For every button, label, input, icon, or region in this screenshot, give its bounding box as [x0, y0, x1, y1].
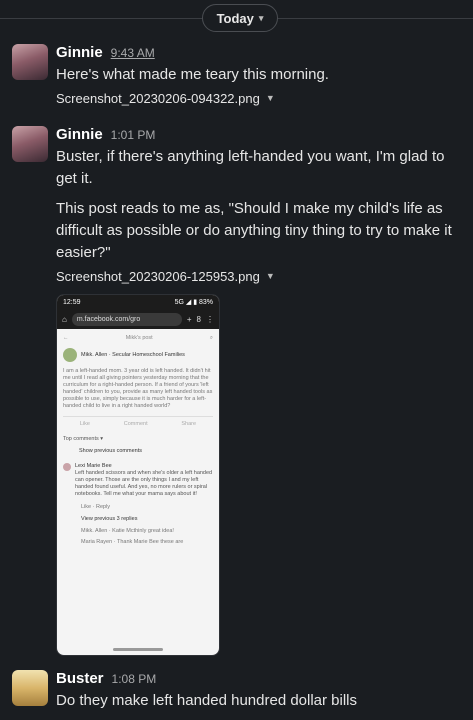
phone-status-bar: 12:59 5G ◢ ▮ 83%	[57, 295, 219, 309]
search-icon: ⌕	[209, 335, 213, 341]
file-name[interactable]: Screenshot_20230206-094322.png	[56, 91, 260, 106]
top-comments-label: Top comments ▾	[63, 436, 104, 442]
post-header: Mikk's post	[125, 335, 153, 341]
chevron-down-icon: ▾	[258, 12, 264, 23]
avatar[interactable]	[12, 126, 48, 162]
message-text: This post reads to me as, "Should I make…	[56, 200, 452, 261]
avatar[interactable]	[12, 670, 48, 706]
tabs-icon: 8	[196, 314, 201, 324]
like-action: Like	[79, 421, 90, 427]
timestamp[interactable]: 1:08 PM	[112, 672, 157, 686]
url-field: m.facebook.com/gro	[71, 312, 182, 326]
share-action: Share	[181, 421, 197, 427]
avatar[interactable]	[12, 44, 48, 80]
reply-item: Maria Rayen · Thank Marie Bee these are	[81, 539, 184, 545]
timestamp[interactable]: 9:43 AM	[111, 46, 155, 60]
post-actions: Like Comment Share	[63, 421, 213, 428]
post-text: I am a left-handed mom. 3 year old is le…	[63, 368, 213, 409]
timestamp[interactable]: 1:01 PM	[111, 128, 156, 142]
previous-comments-link: Show previous comments	[79, 448, 142, 454]
reply-item: Mikk. Allen · Katie Mcthinly great idea!	[81, 528, 174, 534]
caret-down-icon[interactable]: ▼	[266, 271, 275, 281]
browser-url-bar: ⌂ m.facebook.com/gro + 8 ⋮	[57, 309, 219, 329]
day-label: Today	[216, 10, 254, 26]
reply-meta: Like · Reply	[81, 504, 111, 510]
post-body: ← Mikk's post ⌕ Mikk. Allen · Secular Ho…	[57, 329, 219, 550]
post-author: Mikk. Allen · Secular Homeschool Familie…	[81, 351, 185, 358]
back-arrow-icon: ←	[63, 335, 69, 341]
message-text: Do they make left handed hundred dollar …	[56, 692, 358, 709]
home-indicator	[113, 648, 163, 651]
file-attachment[interactable]: Screenshot_20230206-125953.png ▼	[56, 266, 459, 286]
caret-down-icon[interactable]: ▼	[266, 93, 275, 103]
comment-action: Comment	[123, 421, 148, 427]
day-divider-button[interactable]: Today ▾	[202, 4, 278, 32]
status-time: 12:59	[63, 298, 81, 306]
commenter-name: Lexi Marie Bee	[75, 463, 112, 469]
more-icon: ⋮	[206, 314, 214, 324]
author-name[interactable]: Ginnie	[56, 126, 103, 143]
image-attachment[interactable]: 12:59 5G ◢ ▮ 83% ⌂ m.facebook.com/gro + …	[56, 294, 220, 656]
author-name[interactable]: Buster	[56, 670, 104, 687]
view-replies-link: View previous 3 replies	[81, 516, 138, 522]
comment-text: Left handed scissors and when she's olde…	[75, 470, 213, 497]
message-content: Ginnie 9:43 AM Here's what made me teary…	[56, 44, 459, 108]
file-attachment[interactable]: Screenshot_20230206-094322.png ▼	[56, 88, 459, 108]
message-text: Buster, if there's anything left-handed …	[56, 148, 445, 187]
message-content: Buster 1:08 PM Do they make left handed …	[56, 670, 459, 712]
message-content: Ginnie 1:01 PM Buster, if there's anythi…	[56, 126, 459, 286]
separator	[63, 416, 213, 417]
commenter-avatar	[63, 463, 71, 471]
plus-icon: +	[186, 314, 192, 324]
home-icon: ⌂	[62, 314, 67, 324]
status-indicators: 5G ◢ ▮ 83%	[174, 299, 213, 306]
group-avatar	[63, 348, 77, 362]
file-name[interactable]: Screenshot_20230206-125953.png	[56, 269, 260, 284]
author-name[interactable]: Ginnie	[56, 44, 103, 61]
message-text: Here's what made me teary this morning.	[56, 66, 329, 83]
